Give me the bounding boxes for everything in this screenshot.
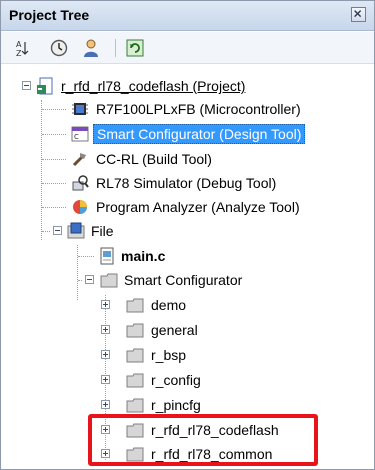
analyze-tool-icon: [71, 198, 89, 216]
folder-icon: [126, 321, 144, 339]
panel-title-bar: Project Tree: [1, 1, 374, 31]
tree-item-label: RL78 Simulator (Debug Tool): [96, 175, 277, 191]
tree-node-folder[interactable]: general: [1, 319, 374, 341]
tree-node-project[interactable]: r_rfd_rl78_codeflash (Project): [1, 75, 374, 97]
refresh-icon[interactable]: [125, 38, 145, 58]
project-label: r_rfd_rl78_codeflash (Project): [61, 78, 246, 94]
expand-icon[interactable]: [101, 400, 110, 409]
tree-node-folder[interactable]: r_bsp: [1, 344, 374, 366]
c-file-icon: [98, 247, 116, 265]
folder-label: general: [151, 322, 198, 338]
expand-icon[interactable]: [101, 300, 110, 309]
tree-item-label: CC-RL (Build Tool): [96, 151, 212, 167]
folder-icon: [100, 271, 118, 289]
svg-text:Z: Z: [16, 49, 22, 58]
folder-label: Smart Configurator: [124, 272, 243, 288]
svg-text:A: A: [16, 40, 22, 49]
tree-node-smart-configurator-tool[interactable]: C Smart Configurator (Design Tool): [1, 123, 374, 145]
expand-icon[interactable]: [101, 375, 110, 384]
tree-node-main-c[interactable]: main.c: [1, 245, 374, 267]
collapse-icon[interactable]: [22, 81, 31, 90]
folder-icon: [126, 296, 144, 314]
file-node-label: File: [91, 223, 114, 239]
tree-node-debug-tool[interactable]: RL78 Simulator (Debug Tool): [1, 172, 374, 194]
tree-node-smart-configurator-folder[interactable]: Smart Configurator: [1, 269, 374, 291]
tree-node-folder[interactable]: r_config: [1, 369, 374, 391]
close-icon[interactable]: [351, 7, 366, 22]
tree-node-build-tool[interactable]: CC-RL (Build Tool): [1, 148, 374, 170]
tree-node-file[interactable]: File: [1, 220, 374, 242]
folder-label: r_config: [151, 372, 201, 388]
collapse-icon[interactable]: [85, 275, 94, 284]
folder-label: r_pincfg: [151, 397, 201, 413]
microcontroller-icon: [71, 100, 89, 118]
project-icon: [37, 77, 55, 95]
highlight-box: [88, 414, 318, 466]
folder-label: demo: [151, 297, 187, 313]
panel-title: Project Tree: [9, 7, 90, 23]
folder-icon: [126, 396, 144, 414]
toolbar: AZ: [1, 32, 374, 64]
svg-text:C: C: [74, 133, 79, 141]
expand-icon[interactable]: [101, 325, 110, 334]
tree-node-folder[interactable]: demo: [1, 294, 374, 316]
toolbar-separator: [115, 39, 116, 57]
sort-az-icon[interactable]: AZ: [11, 38, 31, 58]
expand-icon[interactable]: [101, 350, 110, 359]
clock-icon[interactable]: [49, 38, 69, 58]
build-tool-icon: [71, 150, 89, 168]
debug-tool-icon: [71, 174, 89, 192]
tree-item-label: Program Analyzer (Analyze Tool): [96, 199, 300, 215]
folder-file-icon: [67, 222, 85, 240]
project-tree: r_rfd_rl78_codeflash (Project) R7F100LPL…: [1, 65, 374, 469]
collapse-icon[interactable]: [53, 226, 62, 235]
tree-item-label-selected: Smart Configurator (Design Tool): [93, 124, 306, 144]
project-tree-panel: Project Tree AZ r_rfd_rl78_codeflash (Pr…: [0, 0, 375, 470]
folder-icon: [126, 346, 144, 364]
tree-node-folder[interactable]: r_pincfg: [1, 394, 374, 416]
tree-node-analyze-tool[interactable]: Program Analyzer (Analyze Tool): [1, 196, 374, 218]
user-icon[interactable]: [81, 38, 101, 58]
folder-label: r_bsp: [151, 347, 187, 363]
tree-item-label: R7F100LPLxFB (Microcontroller): [96, 101, 301, 117]
tree-connector: [41, 100, 42, 240]
main-file-label: main.c: [121, 248, 166, 264]
smart-configurator-icon: C: [71, 125, 89, 143]
folder-icon: [126, 371, 144, 389]
tree-node-microcontroller[interactable]: R7F100LPLxFB (Microcontroller): [1, 98, 374, 120]
